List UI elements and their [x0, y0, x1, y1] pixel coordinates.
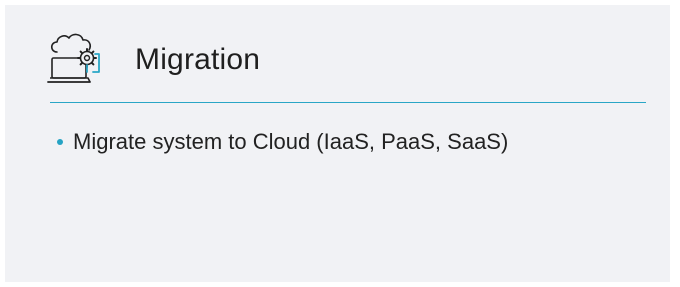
cloud-laptop-migration-icon — [47, 33, 100, 83]
bullet-dot-icon — [57, 139, 63, 145]
bullet-list: Migrate system to Cloud (IaaS, PaaS, Saa… — [57, 122, 508, 162]
title-divider — [50, 102, 646, 103]
slide-card: Migration Migrate system to Cloud (IaaS,… — [5, 5, 670, 282]
bullet-text: Migrate system to Cloud (IaaS, PaaS, Saa… — [73, 129, 509, 154]
page-title: Migration — [135, 43, 261, 76]
bullet-item: Migrate system to Cloud (IaaS, PaaS, Saa… — [57, 122, 508, 162]
